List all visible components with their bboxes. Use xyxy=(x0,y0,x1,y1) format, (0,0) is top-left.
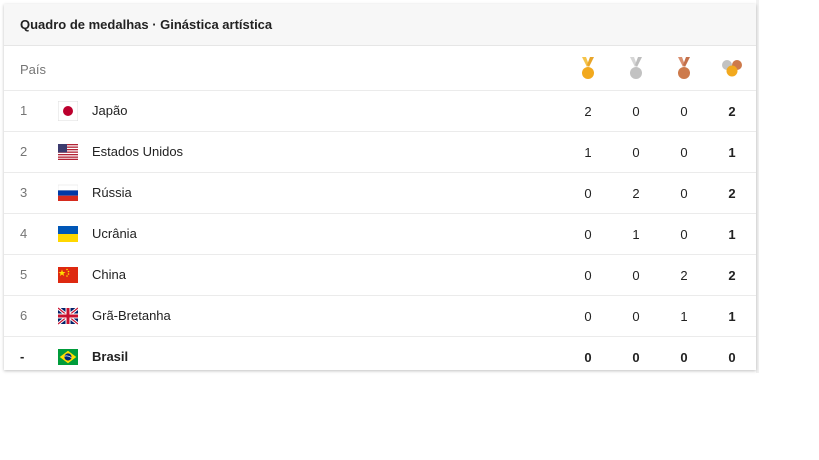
rank: 4 xyxy=(20,226,28,241)
total-count: 2 xyxy=(728,186,736,201)
usa-flag-icon xyxy=(58,144,78,160)
russia-flag-icon xyxy=(58,184,78,201)
gold-medal-icon xyxy=(582,57,594,79)
silver-count: 0 xyxy=(632,145,640,160)
rank: 3 xyxy=(20,185,28,200)
silver-count: 0 xyxy=(632,104,640,119)
gold-count: 0 xyxy=(584,309,592,324)
gold-count: 1 xyxy=(584,145,592,160)
country-name: Rússia xyxy=(92,185,132,200)
brazil-flag-icon xyxy=(58,349,78,365)
rank: - xyxy=(20,349,25,364)
bronze-column-header xyxy=(664,46,704,90)
country-name: Estados Unidos xyxy=(92,144,184,159)
bronze-medal-icon xyxy=(678,57,690,79)
card-title: Quadro de medalhas · Ginástica artística xyxy=(20,17,273,32)
medal-table-card: Quadro de medalhas · Ginástica artística… xyxy=(4,4,756,370)
gold-count: 2 xyxy=(584,104,592,119)
medal-table-body: 1 Japão 2 0 0 2 2 Estados Unidos 1 0 0 1… xyxy=(4,91,756,377)
table-row-highlighted[interactable]: - Brasil 0 0 0 0 xyxy=(4,337,756,377)
country-name: China xyxy=(92,267,126,282)
total-count: 1 xyxy=(728,227,736,242)
japan-flag-icon xyxy=(58,101,78,121)
total-medals-icon xyxy=(722,60,742,77)
silver-count: 0 xyxy=(632,350,640,365)
silver-column-header xyxy=(616,46,656,90)
silver-count: 2 xyxy=(632,186,640,201)
gold-count: 0 xyxy=(584,227,592,242)
card-header: Quadro de medalhas · Ginástica artística xyxy=(4,4,756,46)
column-header-row: País xyxy=(4,46,756,91)
country-name: Japão xyxy=(92,103,128,118)
right-edge xyxy=(756,0,759,373)
total-count: 1 xyxy=(728,309,736,324)
rank: 6 xyxy=(20,308,28,323)
total-column-header xyxy=(712,46,752,90)
silver-count: 1 xyxy=(632,227,640,242)
country-name: Ucrânia xyxy=(92,226,137,241)
bronze-count: 0 xyxy=(680,350,688,365)
great-britain-flag-icon xyxy=(58,306,78,326)
gold-count: 0 xyxy=(584,186,592,201)
bronze-count: 0 xyxy=(680,227,688,242)
country-name: Grã-Bretanha xyxy=(92,308,171,323)
total-count: 0 xyxy=(728,350,736,365)
country-name: Brasil xyxy=(92,349,129,364)
table-row[interactable]: 6 Grã-Bretanha 0 0 1 1 xyxy=(4,296,756,337)
total-count: 2 xyxy=(728,104,736,119)
table-row[interactable]: 4 Ucrânia 0 1 0 1 xyxy=(4,214,756,255)
bronze-count: 1 xyxy=(680,309,688,324)
table-row[interactable]: 2 Estados Unidos 1 0 0 1 xyxy=(4,132,756,173)
silver-count: 0 xyxy=(632,268,640,283)
gold-count: 0 xyxy=(584,350,592,365)
total-count: 1 xyxy=(728,145,736,160)
china-flag-icon xyxy=(58,267,78,283)
silver-medal-icon xyxy=(630,57,642,79)
rank: 1 xyxy=(20,103,28,118)
table-row[interactable]: 5 China 0 0 2 2 xyxy=(4,255,756,296)
total-count: 2 xyxy=(728,268,736,283)
gold-count: 0 xyxy=(584,268,592,283)
gold-column-header xyxy=(568,46,608,90)
bronze-count: 0 xyxy=(680,145,688,160)
table-row[interactable]: 3 Rússia 0 2 0 2 xyxy=(4,173,756,214)
rank: 2 xyxy=(20,144,28,159)
country-column-header: País xyxy=(20,62,47,77)
bronze-count: 0 xyxy=(680,186,688,201)
ukraine-flag-icon xyxy=(58,226,78,242)
table-row[interactable]: 1 Japão 2 0 0 2 xyxy=(4,91,756,132)
bronze-count: 2 xyxy=(680,268,688,283)
bronze-count: 0 xyxy=(680,104,688,119)
silver-count: 0 xyxy=(632,309,640,324)
rank: 5 xyxy=(20,267,28,282)
